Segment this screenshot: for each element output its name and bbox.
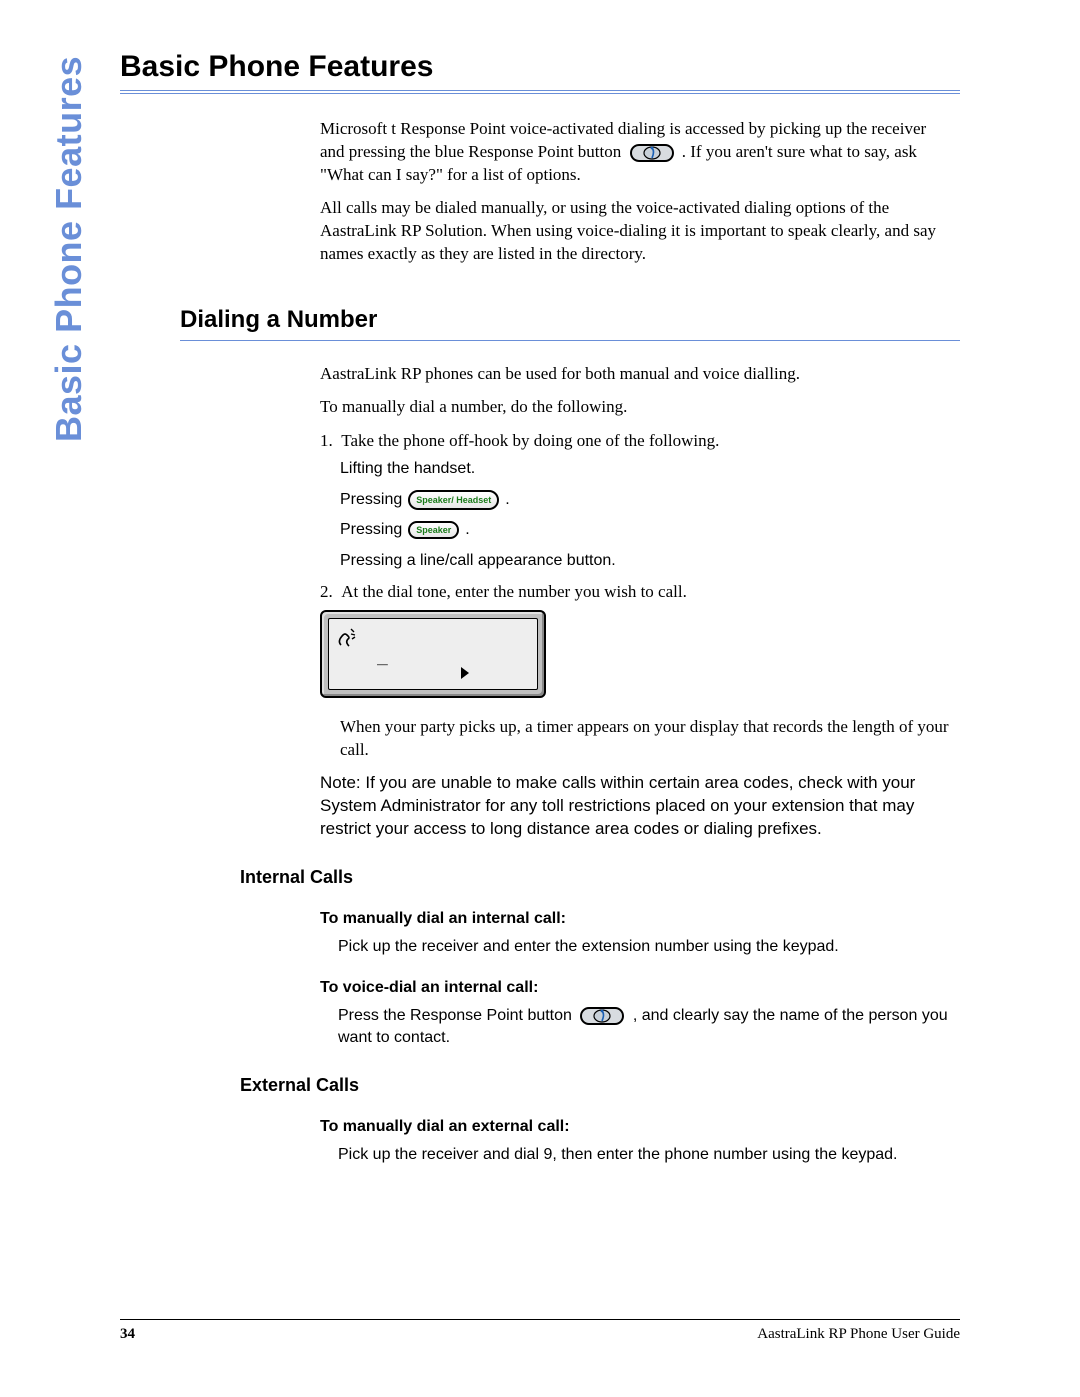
step-1-sub-c-post: . [465, 519, 469, 541]
internal-voice-heading: To voice-dial an internal call: [320, 979, 950, 997]
internal-manual-heading: To manually dial an internal call: [320, 910, 950, 928]
note-block: Note: If you are unable to make calls wi… [320, 772, 950, 841]
doc-title-footer: AastraLink RP Phone User Guide [757, 1326, 960, 1343]
step-1-text: Take the phone off-hook by doing one of … [341, 431, 719, 450]
internal-manual-body: Pick up the receiver and enter the exten… [338, 936, 950, 958]
internal-manual-block: To manually dial an internal call: Pick … [320, 910, 950, 958]
step-1-sub-b-pre: Pressing [340, 489, 402, 511]
step-1-sub-c: Pressing Speaker . [340, 519, 950, 541]
content-area: Basic Phone Features Microsoft t Respons… [120, 50, 960, 1165]
intro-block: Microsoft t Response Point voice-activat… [320, 118, 950, 266]
internal-voice-body: Press the Response Point button , and cl… [338, 1005, 950, 1049]
handset-icon [337, 625, 373, 656]
section-heading-dialing: Dialing a Number [180, 306, 960, 334]
speaker-key-icon: Speaker [408, 521, 459, 539]
phone-display-inner: _ [328, 618, 538, 690]
intro-paragraph-2: All calls may be dialed manually, or usi… [320, 197, 950, 266]
side-running-title: Basic Phone Features [48, 42, 88, 442]
cursor-right-icon [459, 666, 471, 685]
section-rule [180, 340, 960, 341]
subheading-external-calls: External Calls [240, 1075, 960, 1096]
note-label: Note: [320, 773, 361, 792]
external-manual-block: To manually dial an external call: Pick … [320, 1118, 950, 1166]
step-1-sub-b-post: . [505, 489, 509, 511]
display-cursor-underscore: _ [377, 645, 388, 666]
step-2-text: At the dial tone, enter the number you w… [341, 582, 687, 601]
after-lcd-text: When your party picks up, a timer appear… [340, 716, 950, 762]
page-number: 34 [120, 1326, 135, 1343]
step-2-label: 2. [320, 582, 333, 601]
external-manual-body: Pick up the receiver and dial 9, then en… [338, 1144, 950, 1166]
dialing-body: AastraLink RP phones can be used for bot… [320, 363, 950, 841]
dialing-p1: AastraLink RP phones can be used for bot… [320, 363, 950, 386]
title-rule [120, 90, 960, 94]
side-running-title-text: Basic Phone Features [48, 42, 90, 442]
speaker-headset-key-icon: Speaker/ Headset [408, 490, 499, 510]
note-text: If you are unable to make calls within c… [320, 773, 915, 838]
step-1-sub-c-pre: Pressing [340, 519, 402, 541]
subheading-internal-calls: Internal Calls [240, 867, 960, 888]
response-point-button-icon [580, 1005, 624, 1027]
external-manual-heading: To manually dial an external call: [320, 1118, 950, 1136]
step-1-sub-a-text: Lifting the handset. [340, 458, 475, 480]
response-point-button-icon [630, 142, 674, 164]
internal-voice-body-a: Press the Response Point button [338, 1007, 576, 1024]
page-footer: 34 AastraLink RP Phone User Guide [120, 1319, 960, 1343]
step-2: 2. At the dial tone, enter the number yo… [320, 580, 950, 604]
step-1-sub-d: Pressing a line/call appearance button. [340, 550, 950, 572]
page-title: Basic Phone Features [120, 50, 960, 84]
intro-paragraph-1: Microsoft t Response Point voice-activat… [320, 118, 950, 187]
step-1-sub-a: Lifting the handset. [340, 458, 950, 480]
phone-display: _ [320, 610, 546, 698]
step-1-sub-d-text: Pressing a line/call appearance button. [340, 550, 616, 572]
internal-voice-block: To voice-dial an internal call: Press th… [320, 979, 950, 1049]
step-1: 1. Take the phone off-hook by doing one … [320, 429, 950, 453]
step-1-label: 1. [320, 431, 333, 450]
page: Basic Phone Features Basic Phone Feature… [0, 0, 1080, 1397]
step-1-sub-b: Pressing Speaker/ Headset . [340, 489, 950, 511]
dialing-p2: To manually dial a number, do the follow… [320, 396, 950, 419]
